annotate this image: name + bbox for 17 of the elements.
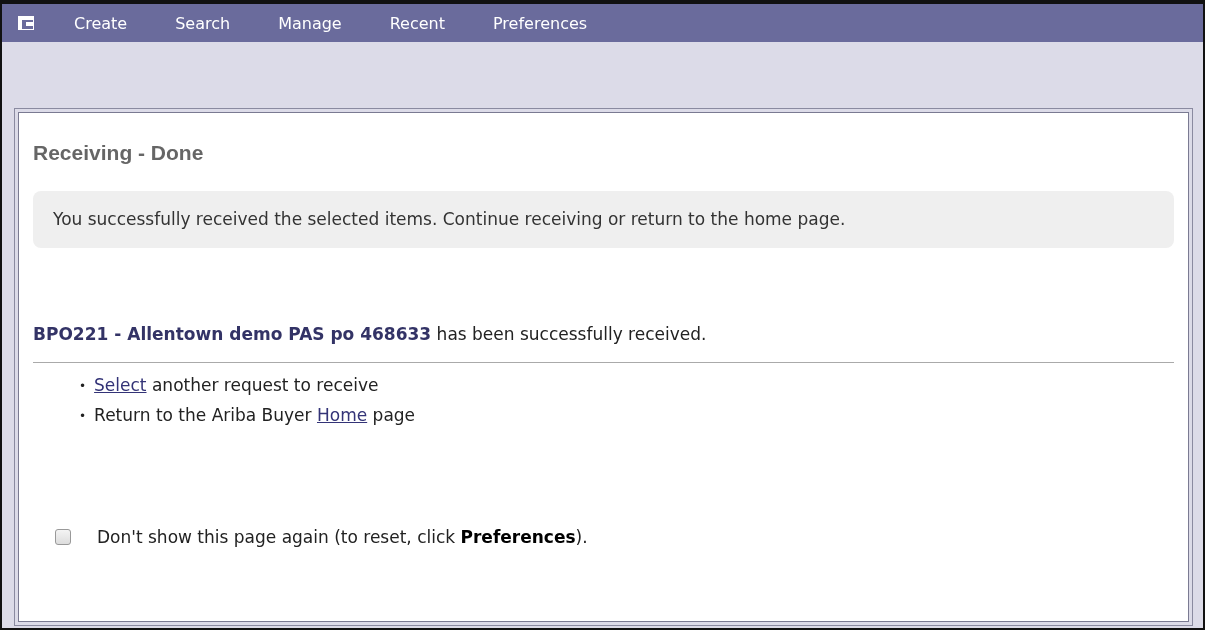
menu-item[interactable]: Search [175,13,231,33]
layout-icon[interactable] [18,16,34,30]
bullet: • [79,378,87,395]
menu-item[interactable]: Create [74,13,128,33]
checkbox[interactable] [55,529,71,545]
result-text: BPO221 - Allentown demo PAS po 468633 has been successfully received. [33,324,1174,363]
link[interactable]: Select [94,375,147,395]
bullet: • [79,408,87,425]
message-banner: You successfully received the selected items. Continue receiving or return to the home page. [33,191,1174,248]
menu-item[interactable]: Manage [278,13,342,33]
link[interactable]: Home [317,405,368,425]
page-title: Receiving - Done [33,141,205,165]
checkbox-label: Don't show this page again (to reset, click Preferences). [97,527,588,547]
action-text: Return to the Ariba Buyer Home page [94,405,416,427]
menu-item[interactable]: Preferences [493,13,588,33]
action-text: Select another request to receive [94,375,379,397]
menu-item[interactable]: Recent [389,13,445,33]
